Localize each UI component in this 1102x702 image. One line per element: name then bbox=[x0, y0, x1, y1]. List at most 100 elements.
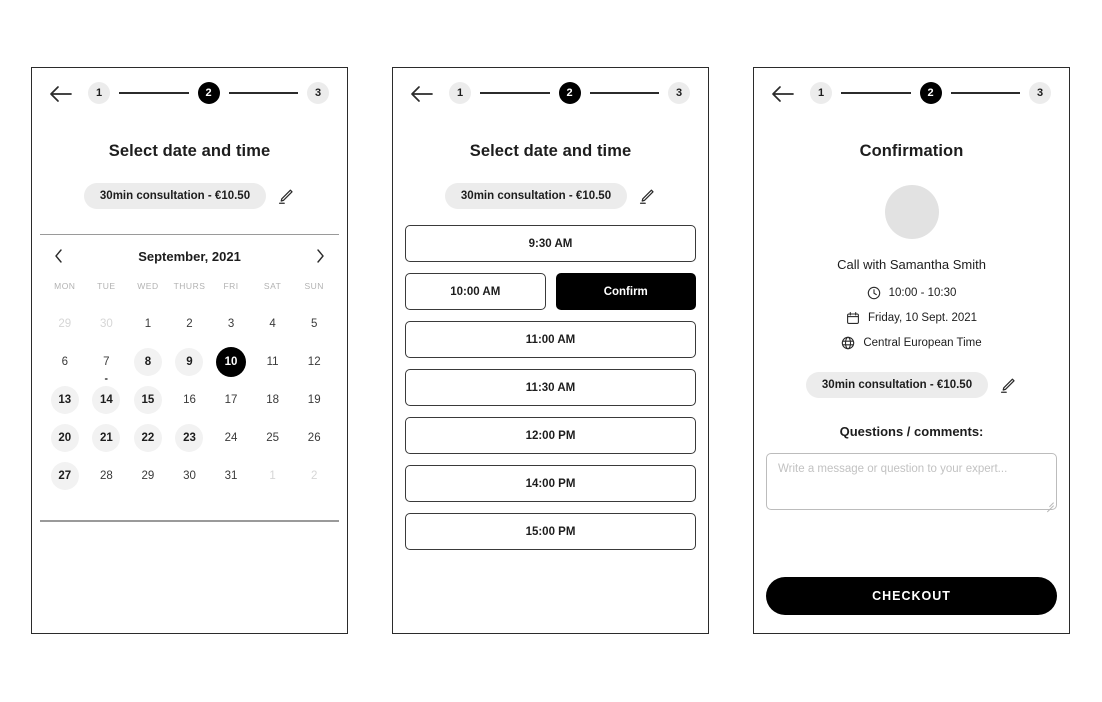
calendar-cell: 2 bbox=[293, 457, 335, 495]
chevron-left-icon[interactable] bbox=[52, 248, 66, 264]
pencil-icon[interactable] bbox=[276, 187, 295, 206]
time-slot[interactable]: 12:00 PM bbox=[405, 417, 696, 454]
detail-time-text: 10:00 - 10:30 bbox=[888, 287, 957, 299]
calendar-day-5[interactable]: 5 bbox=[300, 310, 328, 338]
calendar-month-label: September, 2021 bbox=[138, 248, 241, 264]
questions-input[interactable]: Write a message or question to your expe… bbox=[766, 453, 1057, 513]
calendar-day-29[interactable]: 29 bbox=[134, 462, 162, 490]
calendar-day-25[interactable]: 25 bbox=[259, 424, 287, 452]
calendar-day-21[interactable]: 21 bbox=[92, 424, 121, 453]
calendar-day-2[interactable]: 2 bbox=[175, 310, 203, 338]
pencil-icon[interactable] bbox=[637, 187, 656, 206]
detail-date: Friday, 10 Sept. 2021 bbox=[754, 311, 1069, 325]
calendar-day-13[interactable]: 13 bbox=[50, 386, 79, 415]
weekday-header: FRI bbox=[223, 281, 239, 292]
calendar-day-11[interactable]: 11 bbox=[259, 348, 287, 376]
step-dot-3[interactable]: 3 bbox=[1029, 82, 1051, 104]
checkout-button[interactable]: CHECKOUT bbox=[766, 577, 1057, 615]
calendar-day-9[interactable]: 9 bbox=[175, 348, 204, 377]
calendar-day-3[interactable]: 3 bbox=[217, 310, 245, 338]
calendar-cell: 30 bbox=[86, 305, 128, 343]
calendar-cell: 25 bbox=[252, 419, 294, 457]
calendar-day-20[interactable]: 20 bbox=[50, 424, 79, 453]
calendar-cell: 10 bbox=[210, 343, 252, 381]
confirm-button[interactable]: Confirm bbox=[555, 273, 696, 310]
time-slot[interactable]: 14:00 PM bbox=[405, 465, 696, 502]
calendar-cell: 2 bbox=[169, 305, 211, 343]
calendar-day-30[interactable]: 30 bbox=[175, 462, 203, 490]
step-dot-1[interactable]: 1 bbox=[449, 82, 471, 104]
calendar-day-18[interactable]: 18 bbox=[259, 386, 287, 414]
calendar-cell: 4 bbox=[252, 305, 294, 343]
detail-date-text: Friday, 10 Sept. 2021 bbox=[867, 312, 978, 324]
arrow-left-icon[interactable] bbox=[768, 80, 798, 108]
calendar-cell: 22 bbox=[127, 419, 169, 457]
calendar-cell: 16 bbox=[169, 381, 211, 419]
service-pill[interactable]: 30min consultation - €10.50 bbox=[805, 372, 989, 398]
step-dot-2[interactable]: 2 bbox=[558, 82, 581, 104]
step-dot-3[interactable]: 3 bbox=[307, 82, 329, 104]
step-connector bbox=[589, 92, 659, 94]
arrow-left-icon[interactable] bbox=[46, 80, 76, 108]
calendar-day-12[interactable]: 12 bbox=[300, 348, 328, 376]
calendar-day-31[interactable]: 31 bbox=[217, 462, 245, 490]
calendar-day-7[interactable]: 7 bbox=[92, 348, 120, 381]
step-connector bbox=[480, 92, 550, 94]
service-pill[interactable]: 30min consultation - €10.50 bbox=[444, 183, 628, 209]
meeting-title: Call with Samantha Smith bbox=[837, 257, 986, 272]
calendar-cell: 15 bbox=[127, 381, 169, 419]
calendar-day-26[interactable]: 26 bbox=[300, 424, 328, 452]
calendar-cell: 13 bbox=[44, 381, 86, 419]
booking-card-confirmation: 1 2 3 Confirmation Call with Samantha Sm… bbox=[753, 67, 1070, 634]
calendar-day-17[interactable]: 17 bbox=[217, 386, 245, 414]
step-dot-2[interactable]: 2 bbox=[197, 82, 220, 104]
step-dot-2[interactable]: 2 bbox=[919, 82, 942, 104]
calendar-day-16[interactable]: 16 bbox=[175, 386, 203, 414]
calendar-day-29: 29 bbox=[58, 318, 72, 331]
questions-label: Questions / comments: bbox=[839, 424, 984, 439]
step-connector bbox=[841, 92, 911, 94]
step-dot-3[interactable]: 3 bbox=[668, 82, 690, 104]
calendar-day-8[interactable]: 8 bbox=[133, 348, 162, 377]
calendar-cell: 3 bbox=[210, 305, 252, 343]
calendar-day-1[interactable]: 1 bbox=[134, 310, 162, 338]
globe-icon bbox=[841, 336, 855, 350]
step-header: 1 2 3 bbox=[754, 68, 1069, 120]
chevron-right-icon[interactable] bbox=[313, 248, 327, 264]
time-slot[interactable]: 9:30 AM bbox=[405, 225, 696, 262]
calendar-day-23[interactable]: 23 bbox=[175, 424, 204, 453]
time-slot[interactable]: 11:00 AM bbox=[405, 321, 696, 358]
calendar-cell: 1 bbox=[127, 305, 169, 343]
selected-slot-row: 10:00 AM Confirm bbox=[405, 273, 696, 310]
resize-handle[interactable] bbox=[1044, 497, 1054, 513]
calendar-day-27[interactable]: 27 bbox=[50, 462, 79, 491]
service-pill[interactable]: 30min consultation - €10.50 bbox=[83, 183, 267, 209]
calendar-day-22[interactable]: 22 bbox=[133, 424, 162, 453]
calendar-cell: 27 bbox=[44, 457, 86, 495]
calendar-day-4[interactable]: 4 bbox=[259, 310, 287, 338]
calendar-month-nav: September, 2021 bbox=[32, 235, 347, 277]
time-slot[interactable]: 11:30 AM bbox=[405, 369, 696, 406]
calendar-day-6[interactable]: 6 bbox=[51, 348, 79, 376]
calendar-grid: MON TUE WED THURS FRI SAT SUN 29 30 1 2 3 4 5 6 7 8 9 10 11… bbox=[32, 281, 347, 495]
calendar-day-14[interactable]: 14 bbox=[92, 386, 121, 415]
detail-time: 10:00 - 10:30 bbox=[754, 286, 1069, 300]
time-slot[interactable]: 15:00 PM bbox=[405, 513, 696, 550]
arrow-left-icon[interactable] bbox=[407, 80, 437, 108]
weekday-header: SUN bbox=[304, 281, 324, 292]
step-header: 1 2 3 bbox=[32, 68, 347, 120]
calendar-cell: 6 bbox=[44, 343, 86, 381]
calendar-cell: 11 bbox=[252, 343, 294, 381]
pencil-icon[interactable] bbox=[998, 376, 1017, 395]
booking-card-date: 1 2 3 Select date and time 30min consult… bbox=[31, 67, 348, 634]
calendar-day-10[interactable]: 10 bbox=[216, 347, 247, 378]
calendar-day-24[interactable]: 24 bbox=[217, 424, 245, 452]
calendar-cell: 9 bbox=[169, 343, 211, 381]
weekday-header: WED bbox=[137, 281, 159, 292]
calendar-day-15[interactable]: 15 bbox=[133, 386, 162, 415]
step-dot-1[interactable]: 1 bbox=[88, 82, 110, 104]
calendar-day-28[interactable]: 28 bbox=[92, 462, 120, 490]
calendar-day-19[interactable]: 19 bbox=[300, 386, 328, 414]
time-slot-selected[interactable]: 10:00 AM bbox=[405, 273, 546, 310]
step-dot-1[interactable]: 1 bbox=[810, 82, 832, 104]
